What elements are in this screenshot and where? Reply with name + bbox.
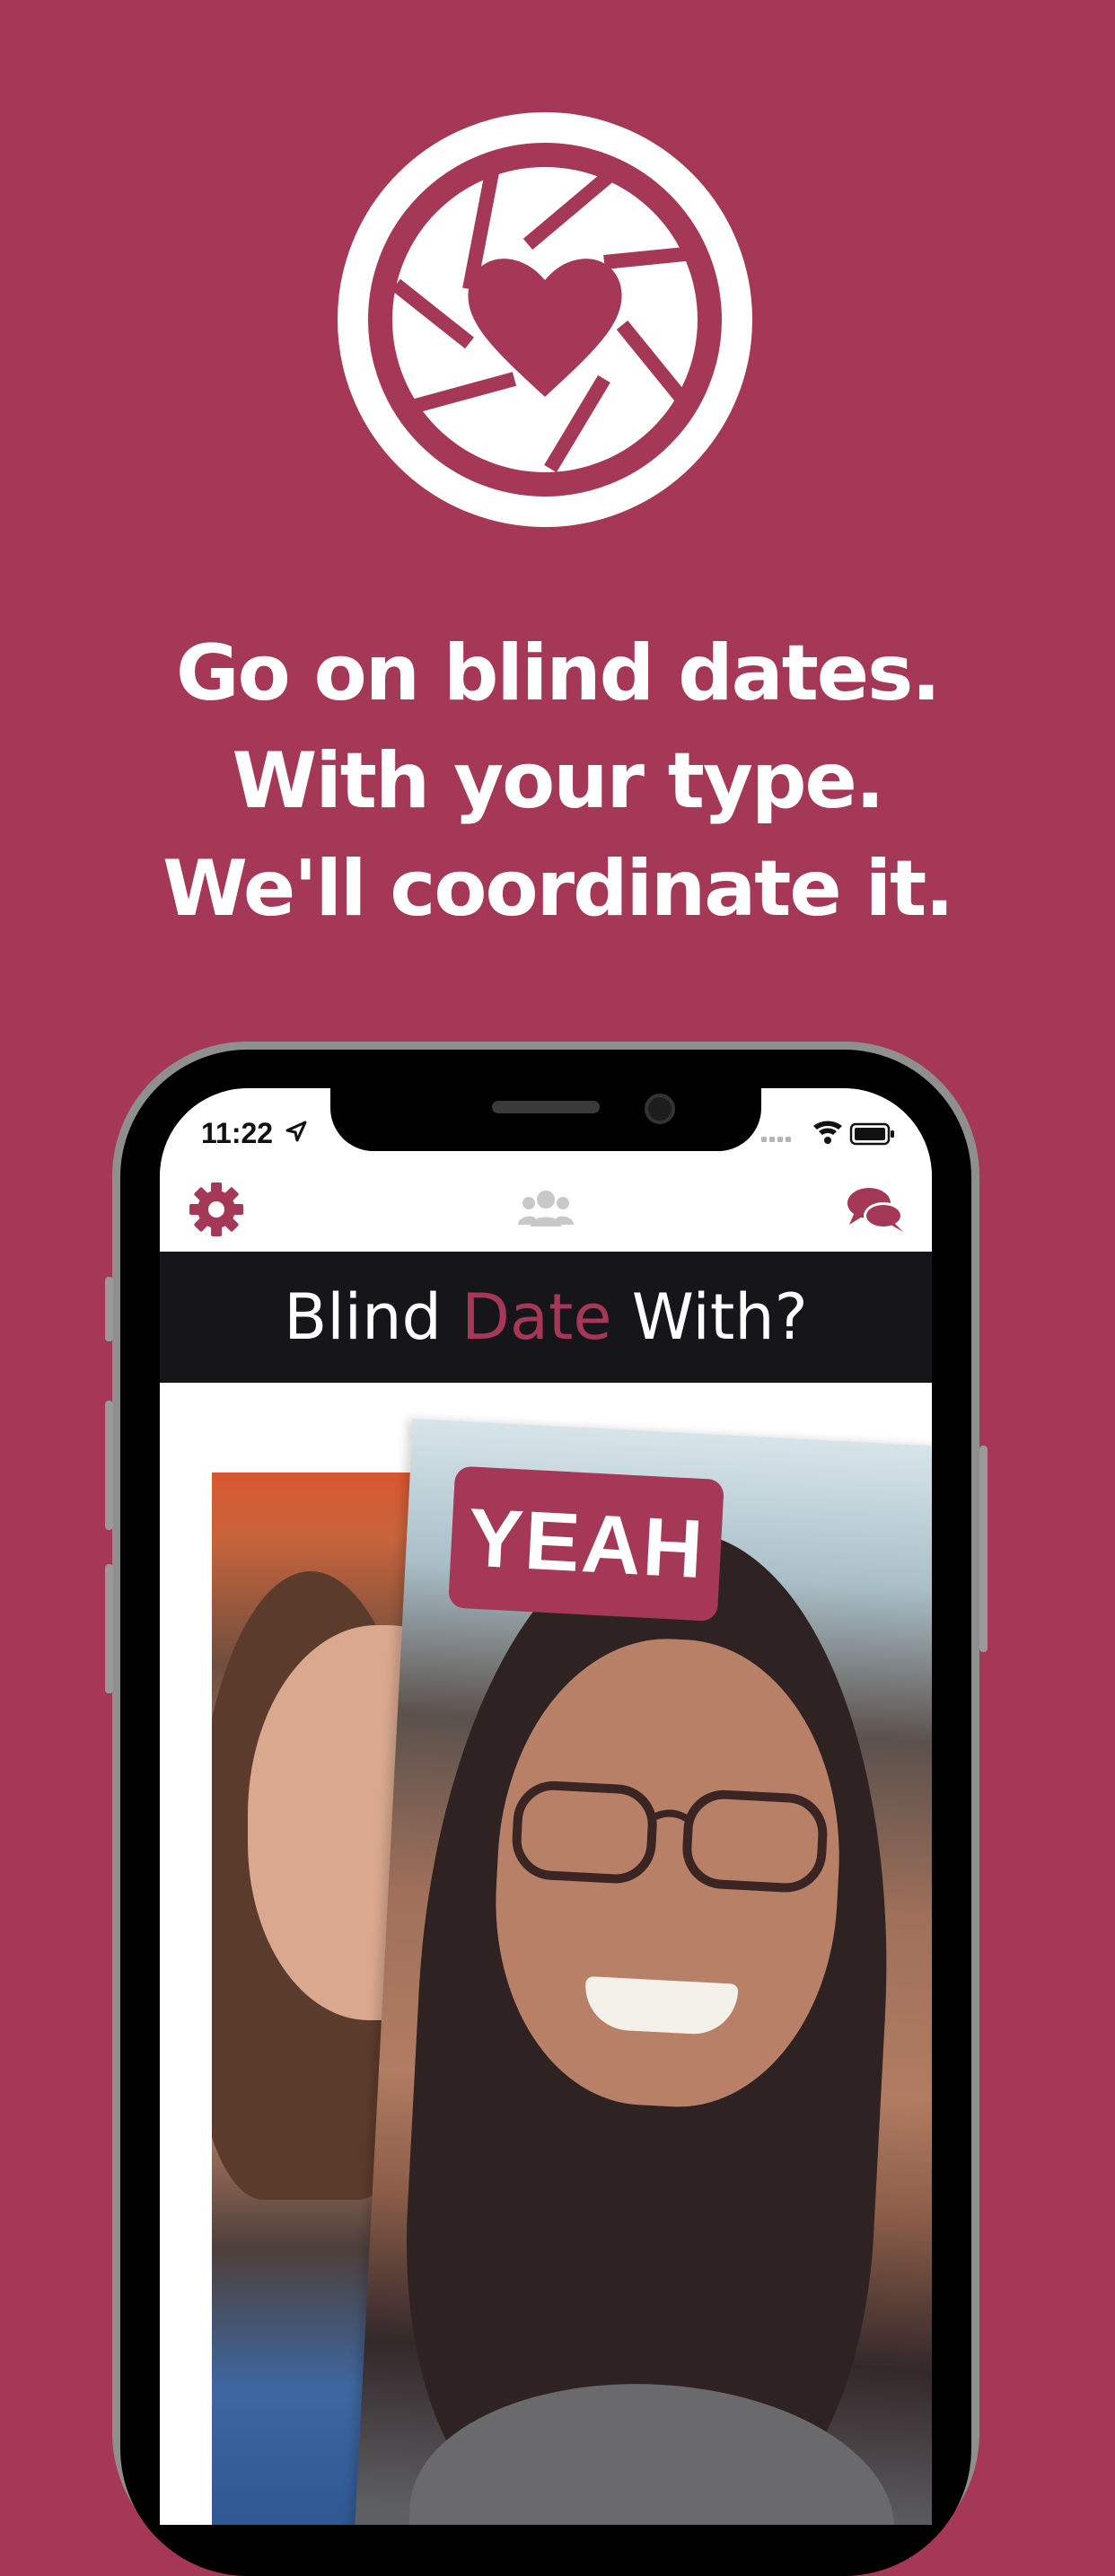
phone-screen: 11:22 Blind Date With? YEAH — [160, 1088, 932, 2525]
headline-line-2: With your type. — [232, 736, 884, 826]
chat-bubbles-icon[interactable] — [844, 1178, 907, 1241]
status-icons — [761, 1121, 894, 1146]
card-stack: YEAH — [160, 1383, 932, 2525]
profile-photo: YEAH — [350, 1419, 932, 2525]
headline-line-1: Go on blind dates. — [176, 629, 941, 718]
status-time: 11:22 — [201, 1117, 274, 1149]
title-part-2: With? — [611, 1280, 808, 1354]
speaker — [492, 1101, 600, 1113]
battery-icon — [849, 1122, 894, 1146]
group-icon[interactable] — [514, 1178, 577, 1241]
title-accent: Date — [461, 1280, 612, 1354]
power-button — [979, 1446, 988, 1652]
app-bar — [160, 1169, 932, 1250]
headline-line-3: We'll coordinate it. — [162, 844, 954, 934]
gear-icon[interactable] — [185, 1178, 248, 1241]
screen-title: Blind Date With? — [160, 1252, 932, 1383]
headline: Go on blind dates. With your type. We'll… — [0, 620, 1115, 943]
title-part-1: Blind — [284, 1280, 462, 1354]
volume-up-button — [105, 1401, 113, 1530]
camera-aperture-heart-icon — [338, 112, 752, 527]
wifi-icon — [813, 1121, 842, 1144]
glasses — [512, 1780, 828, 1893]
notch — [330, 1088, 761, 1151]
profile-card-front[interactable]: YEAH — [350, 1419, 932, 2525]
location-arrow-icon — [285, 1121, 307, 1142]
yeah-badge: YEAH — [448, 1465, 724, 1622]
signal-icon — [761, 1137, 791, 1142]
volume-down-button — [105, 1564, 113, 1693]
mute-switch — [105, 1277, 113, 1341]
front-camera — [645, 1094, 675, 1124]
